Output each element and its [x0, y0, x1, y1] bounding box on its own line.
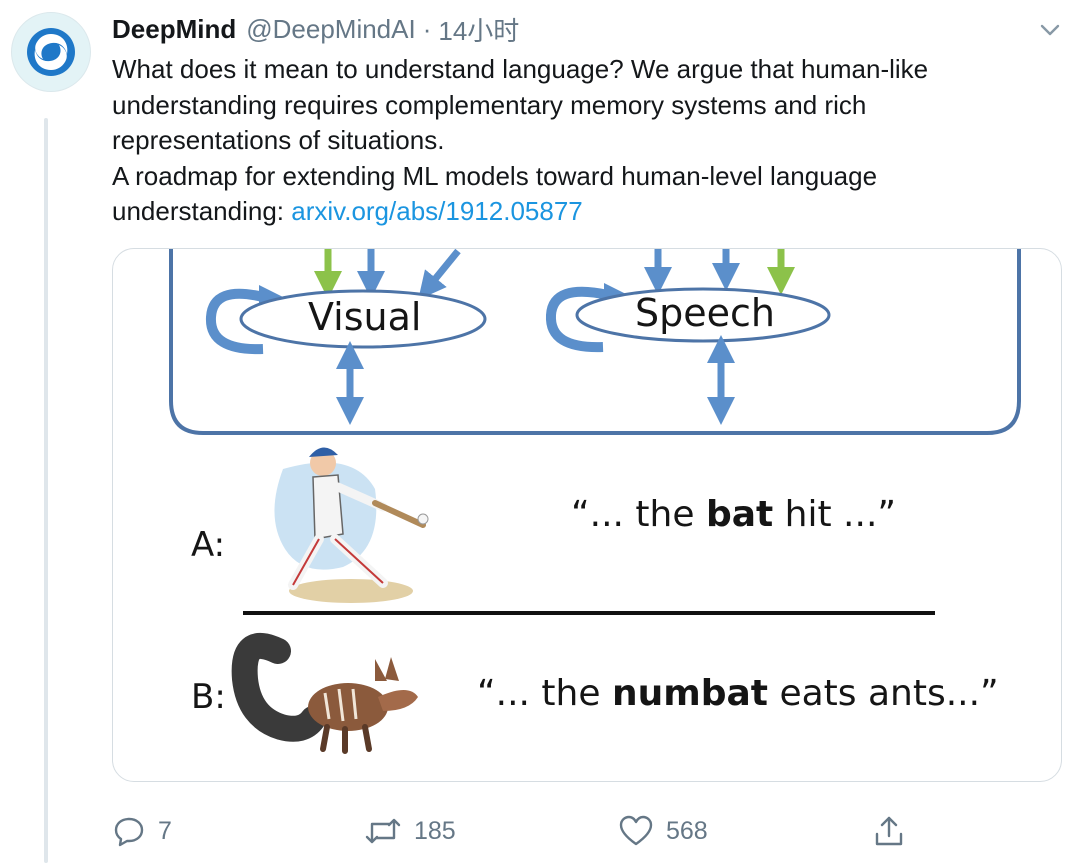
retweet-count: 185 [414, 816, 456, 845]
tweet-header: DeepMind @DeepMindAI · 14小时 [112, 12, 519, 46]
quote-a-bold: bat [705, 494, 774, 535]
row-b-label: B: [191, 677, 226, 717]
reply-count: 7 [158, 816, 172, 845]
quote-b: “... the numbat eats ants...” [477, 673, 999, 714]
header-separator: · [422, 13, 432, 44]
share-button[interactable] [872, 808, 906, 854]
quote-b-bold: numbat [611, 673, 768, 714]
like-count: 568 [666, 816, 708, 845]
row-a-label: A: [191, 525, 226, 565]
numbat-illustration [231, 633, 418, 754]
avatar[interactable] [11, 12, 91, 92]
quote-a-after: hit ...” [773, 494, 897, 535]
quote-b-before: “... the [477, 673, 612, 714]
author-name[interactable]: DeepMind [112, 14, 236, 45]
tweet-menu-button[interactable] [1036, 18, 1064, 42]
author-handle[interactable]: @DeepMindAI [246, 14, 415, 45]
reply-icon [114, 817, 144, 847]
tweet-actions: 7 185 568 [112, 808, 912, 854]
like-button[interactable]: 568 [618, 808, 708, 854]
quote-a-before: “... the [571, 494, 706, 535]
tweet-text-line: What does it mean to understand language… [112, 54, 929, 84]
tweet-text-line: representations of situations. [112, 125, 445, 155]
retweet-icon [365, 818, 401, 844]
tweet-timestamp[interactable]: 14小时 [438, 11, 519, 48]
arxiv-link[interactable]: arxiv.org/abs/1912.05877 [291, 196, 583, 226]
retweet-button[interactable]: 185 [364, 808, 456, 854]
quote-a: “... the bat hit ...” [571, 494, 896, 535]
tweet-text: What does it mean to understand language… [112, 52, 1062, 230]
deepmind-logo-icon [27, 28, 75, 76]
caret-down-icon [1040, 24, 1060, 36]
reply-button[interactable]: 7 [112, 808, 172, 854]
thread-line [44, 118, 48, 863]
baseball-player-illustration [274, 447, 429, 603]
quote-b-after: eats ants...” [768, 673, 999, 714]
speech-node-label: Speech [635, 291, 775, 335]
tweet-text-line: understanding requires complementary mem… [112, 89, 867, 120]
share-icon [875, 816, 903, 846]
tweet-text-prefix: understanding: [112, 196, 292, 226]
tweet-text-line-last: understanding: arxiv.org/abs/1912.05877 [112, 194, 1062, 230]
media-card[interactable]: Visual Speech A: B: “... the bat hit ...… [112, 248, 1062, 782]
visual-node-label: Visual [308, 295, 422, 339]
tweet-text-line: A roadmap for extending ML models toward… [112, 160, 878, 191]
like-icon [619, 815, 653, 846]
input-arrow-blue [418, 249, 461, 300]
